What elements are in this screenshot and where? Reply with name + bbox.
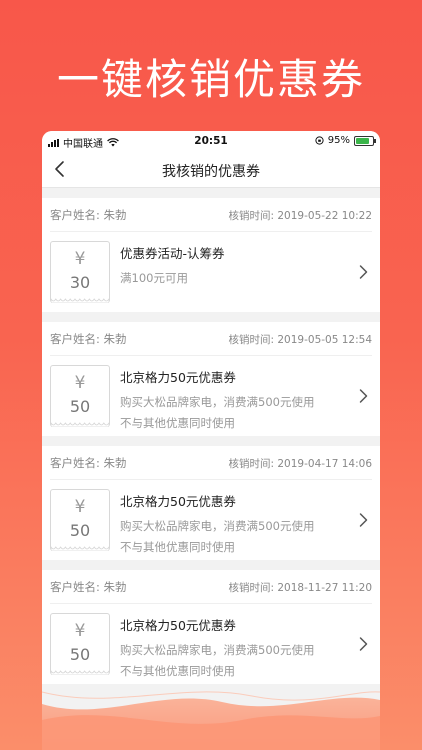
coupon-card[interactable]: 客户姓名: 朱勃 核销时间: 2019-05-22 10:22 ¥ 30 优惠券… (42, 198, 380, 312)
coupon-header: 客户姓名: 朱勃 核销时间: 2018-11-27 11:20 (50, 570, 372, 604)
currency-symbol: ¥ (74, 621, 86, 641)
coupon-name: 北京格力50元优惠券 (120, 494, 236, 509)
phone-screen: 中国联通 20:51 95% 我核销的优惠券 客户姓名: 朱勃 核销时间: 20 (42, 131, 380, 750)
coupon-card[interactable]: 客户姓名: 朱勃 核销时间: 2019-04-17 14:06 ¥ 50 北京格… (42, 446, 380, 560)
coupon-list: 客户姓名: 朱勃 核销时间: 2019-05-22 10:22 ¥ 30 优惠券… (42, 188, 380, 684)
coupon-info: 北京格力50元优惠券 购买大松品牌家电，消费满500元使用 不与其他优惠同时使用 (120, 615, 350, 682)
coupon-restriction: 不与其他优惠同时使用 (120, 540, 235, 554)
ticket-zigzag-edge (51, 298, 109, 303)
coupon-body: ¥ 50 北京格力50元优惠券 购买大松品牌家电，消费满500元使用 不与其他优… (42, 480, 380, 560)
coupon-name: 北京格力50元优惠券 (120, 618, 236, 633)
coupon-header: 客户姓名: 朱勃 核销时间: 2019-05-05 12:54 (50, 322, 372, 356)
coupon-ticket: ¥ 30 (50, 241, 110, 303)
coupon-ticket: ¥ 50 (50, 365, 110, 427)
coupon-body: ¥ 30 优惠券活动-认筹券 满100元可用 (42, 232, 380, 312)
customer-name: 客户姓名: 朱勃 (50, 456, 127, 470)
coupon-header: 客户姓名: 朱勃 核销时间: 2019-04-17 14:06 (50, 446, 372, 480)
coupon-ticket: ¥ 50 (50, 613, 110, 675)
coupon-restriction: 不与其他优惠同时使用 (120, 664, 235, 678)
coupon-card[interactable]: 客户姓名: 朱勃 核销时间: 2018-11-27 11:20 ¥ 50 北京格… (42, 570, 380, 684)
currency-symbol: ¥ (74, 373, 86, 393)
coupon-body: ¥ 50 北京格力50元优惠券 购买大松品牌家电，消费满500元使用 不与其他优… (42, 604, 380, 684)
currency-symbol: ¥ (74, 497, 86, 517)
coupon-amount: 50 (69, 397, 91, 416)
customer-name: 客户姓名: 朱勃 (50, 332, 127, 346)
battery-percent: 95% (327, 135, 350, 146)
coupon-info: 北京格力50元优惠券 购买大松品牌家电，消费满500元使用 不与其他优惠同时使用 (120, 367, 350, 434)
status-bar: 中国联通 20:51 95% (42, 131, 380, 151)
coupon-amount: 30 (69, 273, 91, 292)
nav-bar: 我核销的优惠券 (42, 151, 380, 188)
currency-symbol: ¥ (74, 249, 86, 269)
chevron-right-icon[interactable] (359, 512, 368, 528)
battery-icon (354, 135, 376, 146)
coupon-amount: 50 (69, 645, 91, 664)
coupon-name: 优惠券活动-认筹券 (120, 246, 225, 261)
coupon-condition: 购买大松品牌家电，消费满500元使用 (120, 519, 315, 533)
redeem-time: 核销时间: 2019-04-17 14:06 (228, 458, 373, 470)
orientation-lock-icon (315, 136, 324, 145)
page-title: 我核销的优惠券 (162, 164, 260, 180)
chevron-right-icon[interactable] (359, 264, 368, 280)
coupon-info: 北京格力50元优惠券 购买大松品牌家电，消费满500元使用 不与其他优惠同时使用 (120, 491, 350, 558)
coupon-header: 客户姓名: 朱勃 核销时间: 2019-05-22 10:22 (50, 198, 372, 232)
chevron-right-icon[interactable] (359, 636, 368, 652)
coupon-body: ¥ 50 北京格力50元优惠券 购买大松品牌家电，消费满500元使用 不与其他优… (42, 356, 380, 436)
coupon-restriction: 不与其他优惠同时使用 (120, 416, 235, 430)
redeem-time: 核销时间: 2019-05-22 10:22 (228, 210, 373, 222)
promo-title: 一键核销优惠券 (56, 55, 365, 104)
coupon-condition: 购买大松品牌家电，消费满500元使用 (120, 395, 315, 409)
ticket-zigzag-edge (51, 670, 109, 675)
ticket-zigzag-edge (51, 546, 109, 551)
redeem-time: 核销时间: 2018-11-27 11:20 (228, 582, 373, 594)
decorative-wave (42, 691, 380, 750)
coupon-info: 优惠券活动-认筹券 满100元可用 (120, 243, 350, 289)
coupon-amount: 50 (69, 521, 91, 540)
coupon-name: 北京格力50元优惠券 (120, 370, 236, 385)
chevron-right-icon[interactable] (359, 388, 368, 404)
coupon-condition: 购买大松品牌家电，消费满500元使用 (120, 643, 315, 657)
redeem-time: 核销时间: 2019-05-05 12:54 (228, 334, 373, 346)
coupon-condition: 满100元可用 (120, 271, 188, 285)
customer-name: 客户姓名: 朱勃 (50, 580, 127, 594)
ticket-zigzag-edge (51, 422, 109, 427)
coupon-card[interactable]: 客户姓名: 朱勃 核销时间: 2019-05-05 12:54 ¥ 50 北京格… (42, 322, 380, 436)
coupon-ticket: ¥ 50 (50, 489, 110, 551)
customer-name: 客户姓名: 朱勃 (50, 208, 127, 222)
